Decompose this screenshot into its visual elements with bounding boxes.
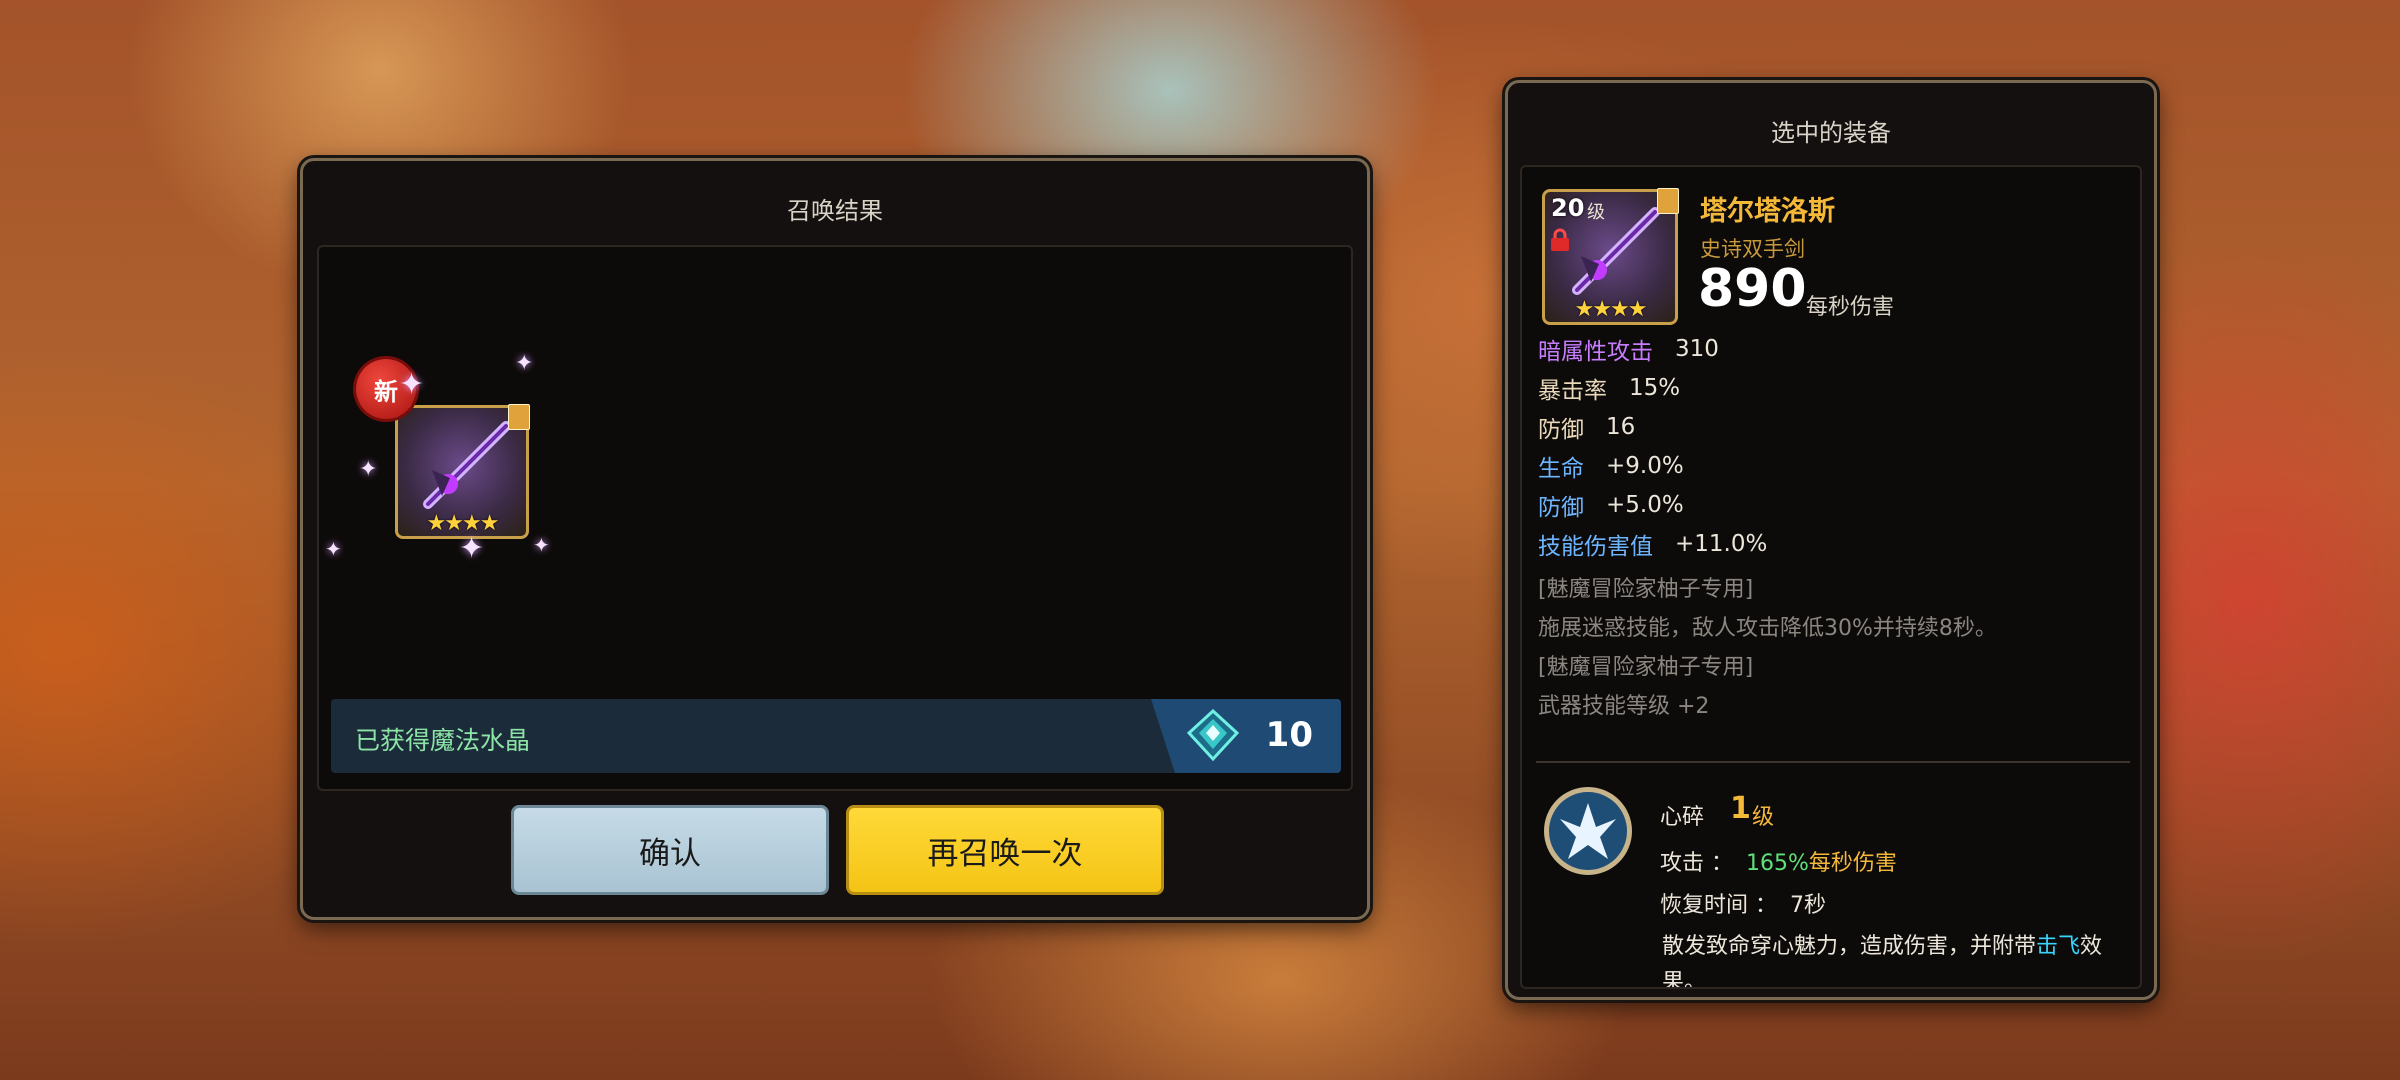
stat-row: 防御 16: [1538, 409, 1635, 445]
stat-label: 防御: [1538, 495, 1584, 521]
stat-value: 15%: [1629, 375, 1681, 401]
detail-panel-title: 选中的装备: [1771, 119, 1891, 147]
stat-value: 16: [1606, 414, 1636, 440]
skill-description-highlight: 击飞: [2036, 934, 2081, 959]
stat-value: +9.0%: [1606, 453, 1684, 479]
stat-value: +5.0%: [1606, 492, 1684, 518]
skill-name: 心碎: [1660, 805, 1705, 830]
selected-equipment-panel: 选中的装备 20 级 ★★★★ 塔尔塔洛斯 史诗双手剑 890 每秒伤害 暗属性…: [1505, 80, 2157, 1000]
stat-label: 技能伤害值: [1538, 534, 1653, 560]
skill-cooldown-label: 恢复时间 ：: [1660, 893, 1777, 918]
equipment-flag-icon: [508, 404, 530, 430]
skill-description-text: 散发致命穿心魅力，造成伤害，并附带: [1662, 934, 2037, 959]
skill-attack-label: 攻击 ：: [1660, 851, 1733, 876]
magic-crystal-icon: [1187, 709, 1239, 761]
stat-label: 防御: [1538, 417, 1584, 443]
skill-attack-unit: 每秒伤害: [1808, 851, 1897, 876]
lock-icon[interactable]: [1549, 228, 1571, 252]
skill-level-unit: 级: [1752, 805, 1775, 830]
sparkle-icon: ✦: [325, 537, 342, 561]
exclusive-note: [魅魔冒险家柚子专用]: [1538, 577, 1754, 602]
skill-icon[interactable]: [1542, 785, 1634, 877]
skill-attack-value: 165%: [1746, 851, 1809, 876]
crystal-label: 已获得魔法水晶: [355, 726, 531, 755]
confirm-button[interactable]: 确认: [511, 805, 829, 895]
stat-label: 生命: [1538, 456, 1584, 482]
summon-result-area: ★★★★ 新 ✦ ✦ ✦ ✦ ✦ ✦ 已获得魔法水晶 10: [317, 245, 1353, 791]
summon-panel-title: 召唤结果: [787, 197, 883, 225]
equipment-level-unit: 级: [1587, 202, 1605, 223]
summoned-item-card[interactable]: ★★★★: [395, 404, 530, 539]
stat-row: 生命 +9.0%: [1538, 448, 1684, 484]
stat-value: 310: [1675, 336, 1719, 362]
sparkle-icon: ✦: [533, 533, 550, 557]
stat-row: 暴击率 15%: [1538, 370, 1680, 406]
stat-row: 暗属性攻击 310: [1538, 331, 1719, 367]
stat-row: 技能伤害值 +11.0%: [1538, 526, 1767, 562]
sparkle-icon: ✦: [515, 351, 534, 376]
dps-unit: 每秒伤害: [1806, 295, 1895, 320]
crystal-count: 10: [1265, 715, 1313, 755]
equipment-detail-area[interactable]: 20 级 ★★★★ 塔尔塔洛斯 史诗双手剑 890 每秒伤害 暗属性攻击 310…: [1520, 165, 2142, 989]
sparkle-icon: ✦: [399, 367, 425, 402]
stat-value: +11.0%: [1675, 531, 1768, 557]
skill-description: 散发致命穿心魅力，造成伤害，并附带击飞效果。: [1662, 929, 2122, 987]
skill-cooldown-line: 恢复时间 ： 7秒: [1660, 887, 1826, 919]
equipment-level: 20: [1551, 194, 1585, 222]
magic-crystal-bar: 已获得魔法水晶 10: [331, 699, 1341, 773]
summon-again-button[interactable]: 再召唤一次: [846, 805, 1164, 895]
exclusive-note: [魅魔冒险家柚子专用]: [1538, 655, 1754, 680]
stat-label: 暗属性攻击: [1538, 339, 1653, 365]
stat-row: 防御 +5.0%: [1538, 487, 1684, 523]
skill-attack-line: 攻击 ： 165%每秒伤害: [1660, 845, 1897, 877]
equipment-dps: 890: [1698, 259, 1807, 319]
skill-level: 1: [1730, 791, 1751, 826]
equipment-flag-icon: [1657, 188, 1679, 214]
exclusive-effect: 武器技能等级 +2: [1538, 694, 1710, 719]
divider: [1536, 761, 2130, 763]
sparkle-icon: ✦: [359, 457, 378, 482]
summon-result-panel: 召唤结果 ★★★★ 新 ✦ ✦ ✦ ✦ ✦ ✦ 已获得魔法水晶 10 确认 再召…: [300, 158, 1370, 920]
sparkle-icon: ✦: [459, 531, 485, 566]
equipment-name: 塔尔塔洛斯: [1700, 196, 1835, 227]
equipment-card[interactable]: 20 级 ★★★★: [1542, 188, 1679, 325]
skill-cooldown-value: 7秒: [1790, 893, 1826, 918]
equipment-stars: ★★★★: [1574, 297, 1648, 322]
exclusive-effect: 施展迷惑技能，敌人攻击降低30%并持续8秒。: [1538, 616, 1997, 641]
sword-icon: [423, 421, 511, 509]
stat-label: 暴击率: [1538, 378, 1607, 404]
